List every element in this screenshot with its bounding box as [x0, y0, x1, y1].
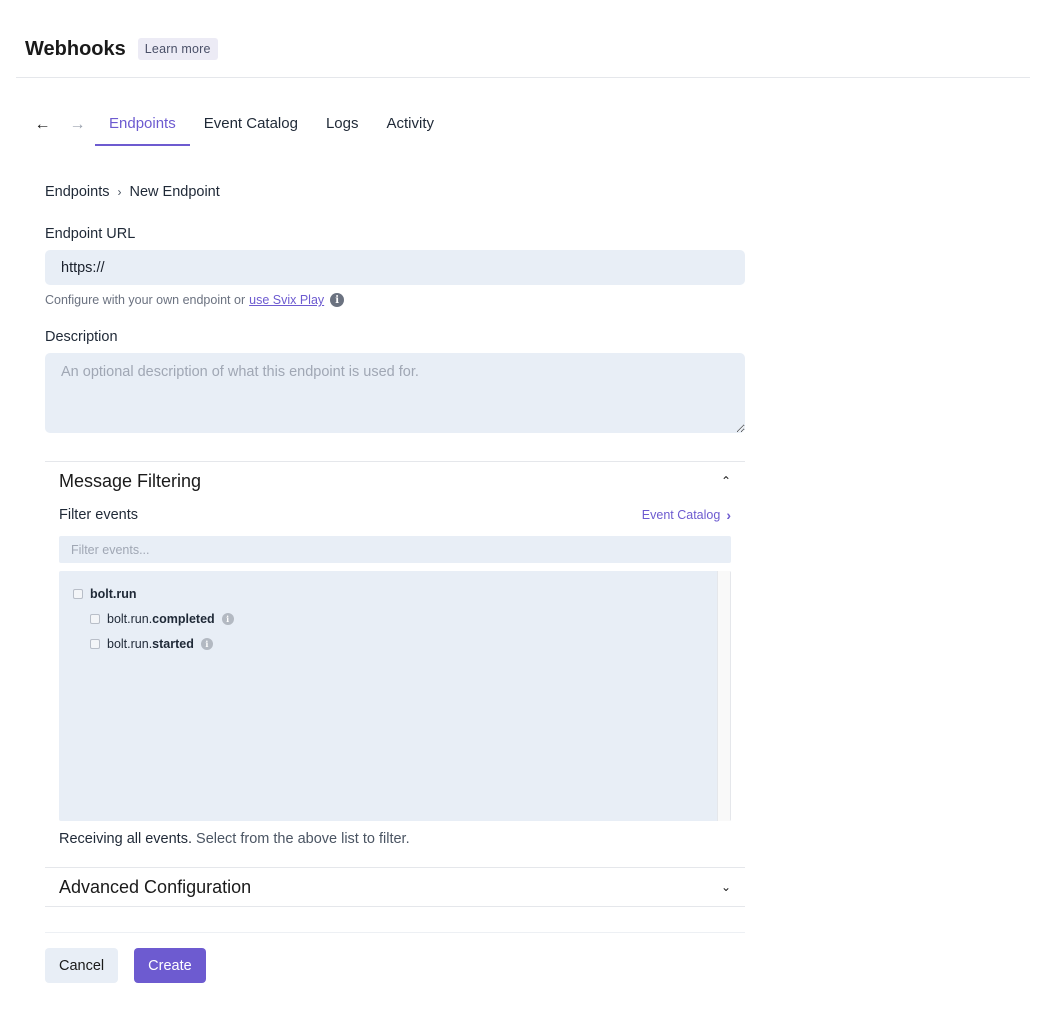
- filter-status-rest: Select from the above list to filter.: [192, 831, 410, 847]
- help-text: Configure with your own endpoint or: [45, 293, 246, 307]
- page-title: Webhooks: [25, 38, 126, 60]
- event-label: bolt.run.completed: [107, 612, 215, 626]
- event-name: bolt.run: [90, 586, 137, 601]
- event-row[interactable]: bolt.run.completed i: [73, 606, 717, 631]
- breadcrumb: Endpoints › New Endpoint: [45, 180, 745, 204]
- event-row[interactable]: bolt.run.started i: [73, 631, 717, 656]
- chevron-right-icon: ›: [726, 507, 731, 523]
- filter-header: Filter events Event Catalog ›: [59, 500, 731, 530]
- message-filtering-title: Message Filtering: [59, 470, 202, 491]
- breadcrumb-current: New Endpoint: [129, 184, 220, 200]
- new-endpoint-form: Endpoints › New Endpoint Endpoint URL Co…: [45, 180, 745, 983]
- event-suffix: completed: [152, 611, 215, 626]
- create-button[interactable]: Create: [134, 948, 206, 983]
- arrow-left-icon[interactable]: ←: [25, 104, 60, 146]
- endpoint-url-help: Configure with your own endpoint or use …: [45, 293, 745, 307]
- filter-events-input[interactable]: [59, 536, 731, 563]
- info-icon[interactable]: i: [200, 637, 213, 650]
- chevron-up-icon[interactable]: ⌃: [721, 474, 731, 488]
- advanced-configuration-title: Advanced Configuration: [59, 876, 252, 897]
- event-suffix: started: [152, 636, 194, 651]
- endpoint-url-input[interactable]: [45, 250, 745, 285]
- description-label: Description: [45, 329, 118, 345]
- event-catalog-link-label: Event Catalog: [641, 508, 721, 522]
- tab-endpoints[interactable]: Endpoints: [95, 104, 190, 146]
- event-list: bolt.run bolt.run.completed i bolt.run.s…: [59, 571, 731, 666]
- description-textarea[interactable]: [45, 353, 745, 433]
- chevron-down-icon[interactable]: ⌄: [721, 880, 731, 894]
- filter-status-strong: Receiving all events.: [59, 831, 192, 847]
- event-tree: bolt.run bolt.run.completed i bolt.run.s…: [59, 571, 731, 821]
- arrow-right-icon[interactable]: →: [60, 104, 95, 146]
- event-prefix: bolt.run.: [107, 636, 153, 651]
- event-label: bolt.run: [90, 587, 137, 601]
- event-checkbox[interactable]: [90, 638, 100, 649]
- info-icon[interactable]: i: [221, 612, 234, 625]
- tab-event-catalog[interactable]: Event Catalog: [190, 104, 312, 146]
- endpoint-url-label: Endpoint URL: [45, 226, 136, 242]
- advanced-configuration-toggle[interactable]: Advanced Configuration ⌄: [45, 868, 745, 906]
- tab-activity[interactable]: Activity: [372, 104, 448, 146]
- tab-logs[interactable]: Logs: [312, 104, 373, 146]
- event-checkbox[interactable]: [73, 588, 83, 599]
- tab-bar: ← → Endpoints Event Catalog Logs Activit…: [25, 104, 448, 146]
- filter-events-label: Filter events: [59, 507, 138, 523]
- info-icon[interactable]: i: [330, 293, 345, 307]
- scrollbar[interactable]: [717, 571, 731, 821]
- svix-play-link[interactable]: use Svix Play: [249, 293, 324, 307]
- event-checkbox[interactable]: [90, 613, 100, 624]
- advanced-configuration-section: Advanced Configuration ⌄: [45, 867, 745, 907]
- message-filtering-toggle[interactable]: Message Filtering ⌃: [45, 462, 745, 500]
- form-actions: Cancel Create: [45, 948, 745, 983]
- filter-status: Receiving all events. Select from the ab…: [59, 831, 731, 855]
- message-filtering-body: Filter events Event Catalog › bolt.run b…: [45, 500, 745, 855]
- breadcrumb-endpoints[interactable]: Endpoints: [45, 184, 110, 200]
- event-group-row[interactable]: bolt.run: [73, 581, 717, 606]
- page-header: Webhooks Learn more: [16, 28, 1030, 78]
- divider: [45, 932, 745, 933]
- event-label: bolt.run.started: [107, 637, 194, 651]
- chevron-right-icon: ›: [117, 185, 122, 199]
- message-filtering-section: Message Filtering ⌃ Filter events Event …: [45, 461, 745, 855]
- event-catalog-link[interactable]: Event Catalog ›: [642, 507, 731, 523]
- learn-more-button[interactable]: Learn more: [137, 38, 218, 60]
- cancel-button[interactable]: Cancel: [45, 948, 119, 983]
- event-prefix: bolt.run.: [107, 611, 153, 626]
